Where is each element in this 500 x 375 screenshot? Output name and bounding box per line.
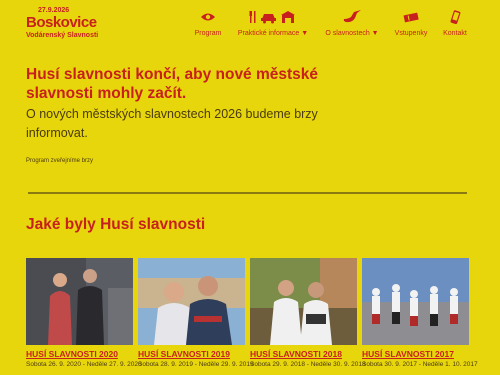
nav-item-about[interactable]: O slavnostech ▼ — [322, 8, 382, 37]
nav-item-tickets[interactable]: Vstupenky — [392, 8, 430, 37]
program-note: Program zveřejníme brzy — [26, 158, 94, 164]
section-title: Jaké byly Husí slavnosti — [26, 216, 206, 233]
phone-icon — [440, 8, 470, 26]
history-card-2017[interactable]: HUSÍ SLAVNOSTI 2017 Sobota 30. 9. 2017 -… — [362, 258, 478, 369]
nav-label: O slavnostech ▼ — [325, 30, 379, 37]
history-card-2018[interactable]: HUSÍ SLAVNOSTI 2018 Sobota 29. 9. 2018 -… — [250, 258, 366, 369]
card-title[interactable]: HUSÍ SLAVNOSTI 2019 — [138, 349, 245, 359]
cutlery-icon — [249, 11, 256, 23]
logo-subtitle: Vodárenský Slavnosti — [26, 32, 99, 39]
logo-date: 27.9.2026 — [38, 7, 70, 14]
history-card-2020[interactable]: HUSÍ SLAVNOSTI 2020 Sobota 26. 9. 2020 -… — [26, 258, 142, 369]
shop-icon — [281, 11, 295, 23]
goose-icon — [322, 8, 382, 26]
card-title[interactable]: HUSÍ SLAVNOSTI 2020 — [26, 349, 133, 359]
page-headline: Husí slavnosti končí, aby nové městské s… — [26, 66, 319, 102]
lead-text: O nových městských slavnostech 2026 bude… — [26, 107, 318, 140]
nav-item-practical-info[interactable]: Praktické informace ▼ — [234, 8, 312, 37]
nav-label: Praktické informace ▼ — [237, 30, 309, 37]
history-card-2019[interactable]: HUSÍ SLAVNOSTI 2019 Sobota 28. 9. 2019 -… — [138, 258, 254, 369]
card-date: Sobota 26. 9. 2020 - Neděle 27. 9. 2020 — [26, 361, 142, 368]
card-date: Sobota 30. 9. 2017 - Neděle 1. 10. 2017 — [362, 361, 478, 368]
car-icon — [261, 14, 276, 24]
logo-town: Boskovice — [26, 14, 97, 31]
nav-item-contact[interactable]: Kontakt — [440, 8, 470, 37]
festival-photo-2020[interactable] — [26, 258, 133, 345]
info-icons — [234, 8, 312, 26]
nav-label: Vstupenky — [394, 30, 428, 37]
logo[interactable]: 27.9.2026 Boskovice Vodárenský Slavnosti — [26, 7, 98, 43]
festival-photo-2019[interactable] — [138, 258, 245, 345]
nav-item-program[interactable]: Program — [190, 8, 226, 37]
ticket-icon — [392, 8, 430, 26]
divider — [28, 192, 467, 194]
header: 27.9.2026 Boskovice Vodárenský Slavnosti… — [0, 0, 500, 52]
card-date: Sobota 29. 9. 2018 - Neděle 30. 9. 2018 — [250, 361, 366, 368]
nav-label: Kontakt — [443, 30, 467, 37]
card-title[interactable]: HUSÍ SLAVNOSTI 2018 — [250, 349, 357, 359]
festival-photo-2018[interactable] — [250, 258, 357, 345]
card-date: Sobota 28. 9. 2019 - Neděle 29. 9. 2019 — [138, 361, 254, 368]
festival-photo-2017[interactable] — [362, 258, 469, 345]
eye-icon — [190, 8, 226, 26]
nav-label: Program — [194, 30, 222, 37]
card-title[interactable]: HUSÍ SLAVNOSTI 2017 — [362, 349, 469, 359]
